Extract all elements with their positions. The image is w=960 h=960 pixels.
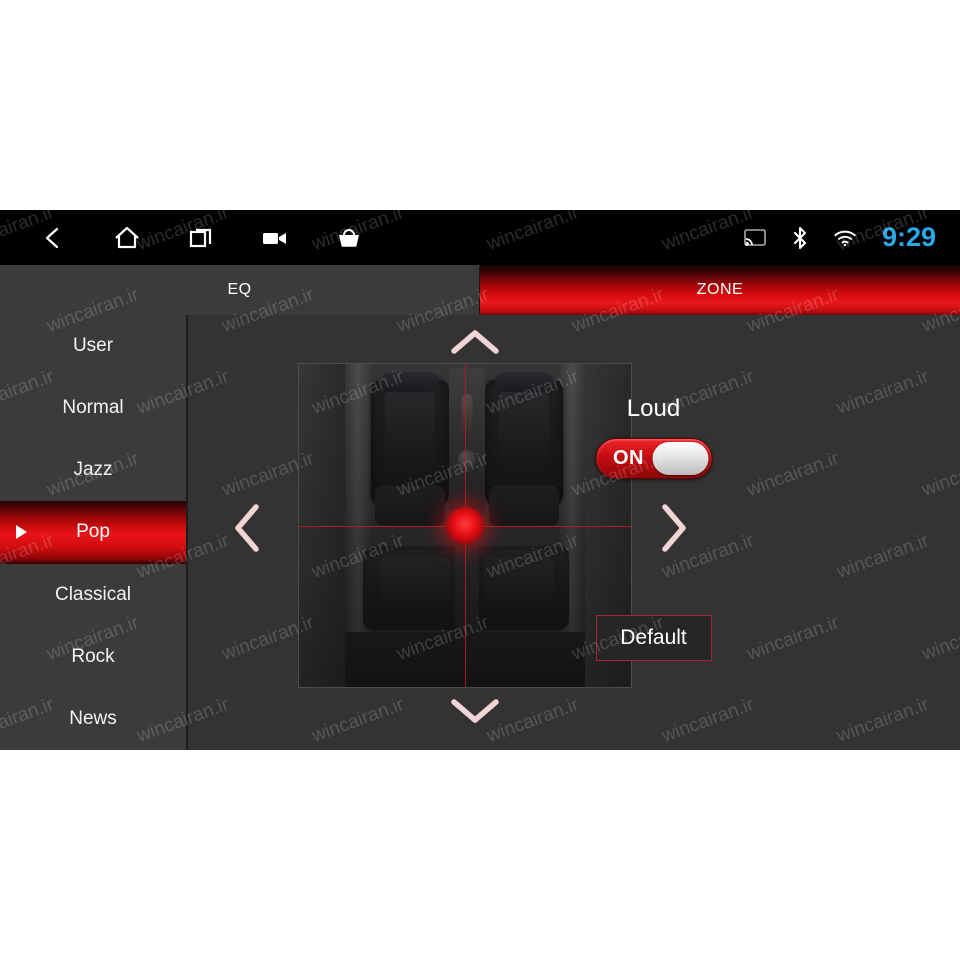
console-dial [458,450,476,468]
sidebar-item-user[interactable]: User [0,315,186,377]
video-camera-icon[interactable] [258,221,292,255]
front-left-cushion [375,486,445,526]
clock: 9:29 [881,222,936,252]
sidebar-item-jazz[interactable]: Jazz [0,439,186,501]
sidebar-item-classical[interactable]: Classical [0,564,186,626]
zone-options-panel: Loud ON Default [535,315,772,750]
preset-label: Pop [76,521,110,543]
preset-label: User [72,335,114,357]
center-console [449,368,485,518]
sound-focus-dot[interactable] [446,506,484,545]
preset-label: Rock [71,645,115,667]
navigation-bar [36,221,366,255]
front-left-headrest [381,372,439,392]
sidebar-item-news[interactable]: News [0,688,186,750]
tab-bar: EQ ZONE [0,265,960,315]
loud-label: Loud [626,395,681,422]
basket-icon[interactable] [332,221,366,255]
zone-left-arrow[interactable] [232,500,262,556]
recents-icon[interactable] [184,221,218,255]
zone-down-arrow[interactable] [447,696,503,726]
tab-eq[interactable]: EQ [0,265,480,315]
sidebar-item-rock[interactable]: Rock [0,626,186,688]
wifi-icon[interactable] [833,226,857,250]
back-icon[interactable] [36,221,70,255]
cast-icon[interactable] [743,226,767,250]
sidebar-item-pop[interactable]: Pop [0,501,186,564]
loud-toggle[interactable]: ON [595,438,712,479]
rear-left-seat [367,550,463,622]
tab-zone[interactable]: ZONE [480,265,960,315]
toggle-knob[interactable] [652,442,708,475]
preset-label: Jazz [73,459,113,481]
head-unit-screen: 9:29 EQ ZONE User Normal Jazz Pop Classi… [0,210,960,750]
preset-label: News [69,707,117,729]
loud-state-text: ON [613,447,644,469]
home-icon[interactable] [110,221,144,255]
bluetooth-icon[interactable] [788,226,812,250]
status-bar: 9:29 [0,210,960,265]
zone-up-arrow[interactable] [447,327,503,357]
system-icons: 9:29 [743,210,936,265]
sidebar-item-normal[interactable]: Normal [0,377,186,439]
content-area: User Normal Jazz Pop Classical Rock News… [0,315,960,750]
preset-label: Normal [62,397,124,419]
default-button[interactable]: Default [595,615,712,661]
eq-preset-list: User Normal Jazz Pop Classical Rock News [0,315,188,750]
selection-arrow-icon [16,525,27,540]
center-tunnel [455,546,479,638]
gear-shifter [461,394,473,438]
preset-label: Classical [54,583,132,605]
